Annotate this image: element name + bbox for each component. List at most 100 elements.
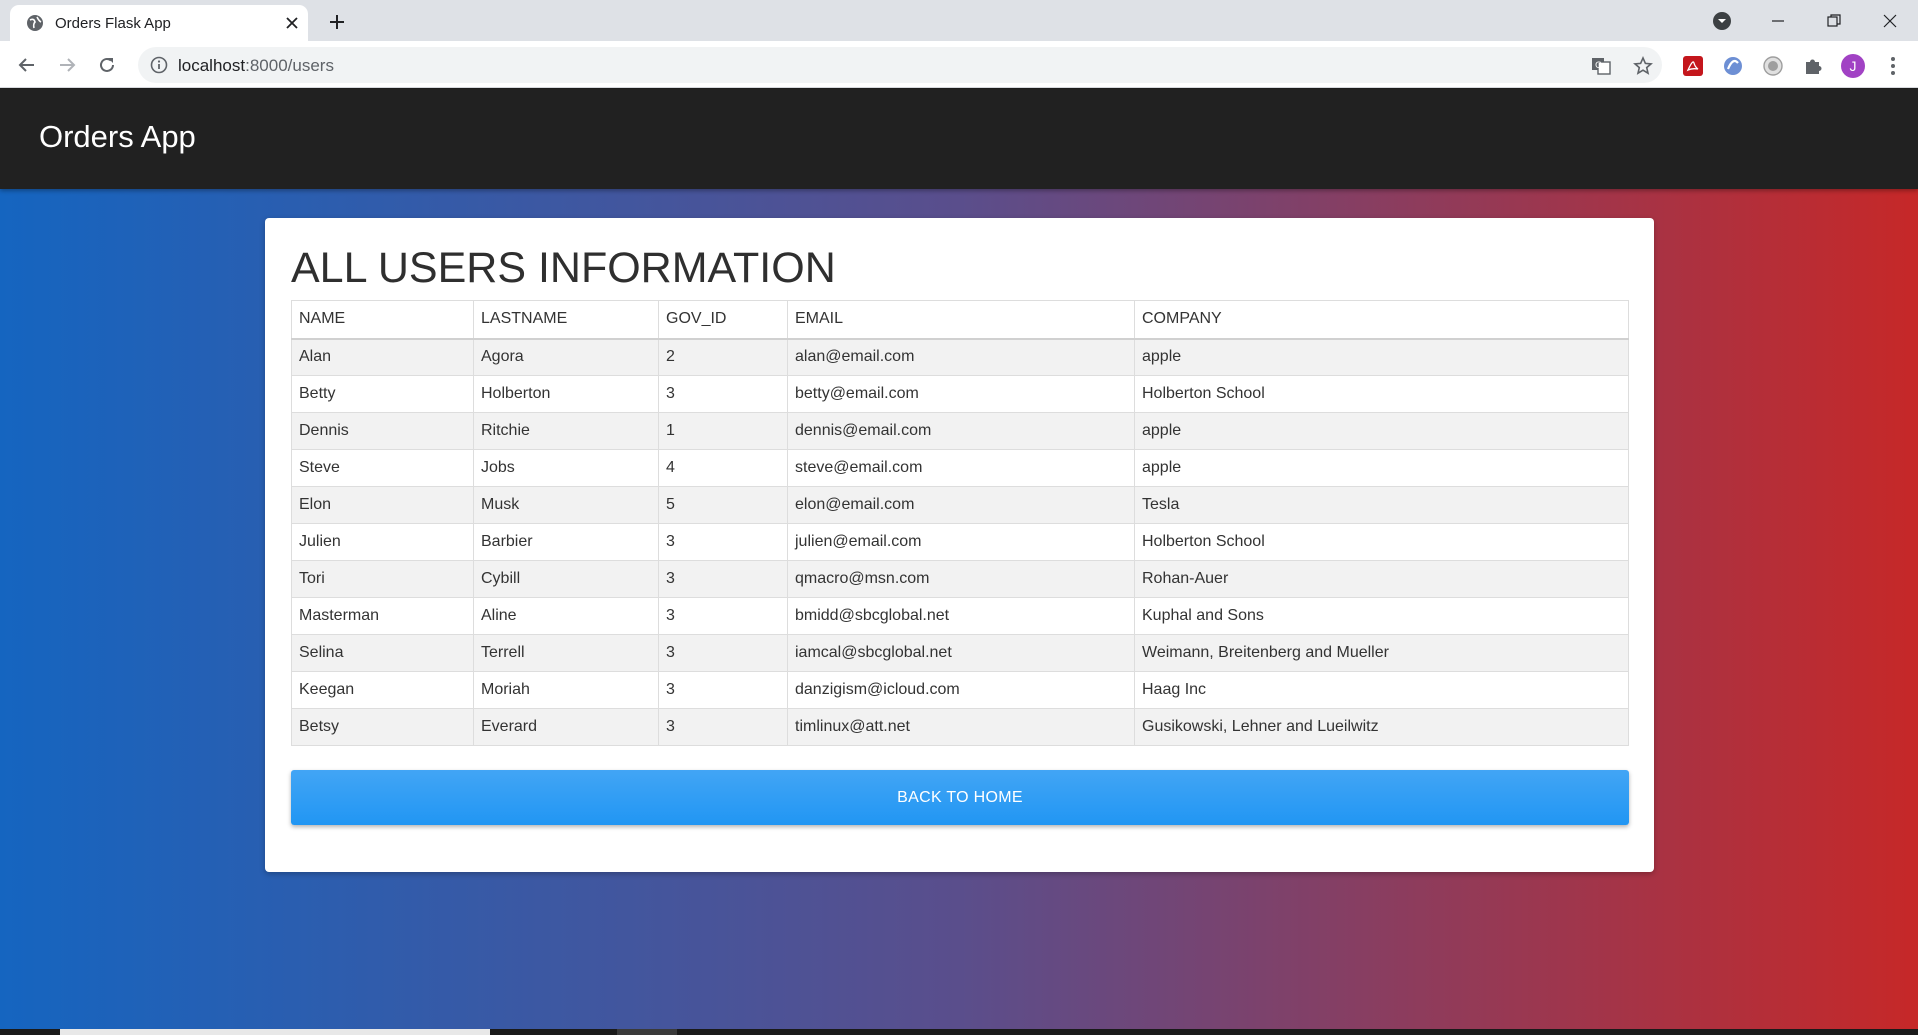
table-row: Elon Musk 5 elon@email.com Tesla <box>291 486 1629 524</box>
cell-company: apple <box>1134 412 1629 450</box>
column-header-company: COMPANY <box>1134 300 1629 340</box>
cell-gov-id: 3 <box>658 708 788 746</box>
cell-gov-id: 4 <box>658 449 788 487</box>
cell-lastname: Everard <box>473 708 659 746</box>
tab-title: Orders Flask App <box>55 15 171 32</box>
cell-company: Holberton School <box>1134 523 1629 561</box>
cell-gov-id: 2 <box>658 338 788 376</box>
cell-name: Keegan <box>291 671 474 709</box>
column-header-name: NAME <box>291 300 474 340</box>
profile-avatar[interactable]: J <box>1841 54 1865 78</box>
back-to-home-button[interactable]: BACK TO HOME <box>291 770 1629 825</box>
table-row: Dennis Ritchie 1 dennis@email.com apple <box>291 412 1629 450</box>
cell-email: steve@email.com <box>787 449 1135 487</box>
minimize-icon[interactable] <box>1761 6 1795 36</box>
browser-tab[interactable]: Orders Flask App <box>10 5 308 41</box>
app-brand[interactable]: Orders App <box>39 119 196 155</box>
table-row: Steve Jobs 4 steve@email.com apple <box>291 449 1629 487</box>
cell-company: apple <box>1134 338 1629 376</box>
page-title: ALL USERS INFORMATION <box>291 244 836 292</box>
url-text[interactable]: localhost:8000/users <box>178 56 334 76</box>
cell-name: Selina <box>291 634 474 672</box>
cell-gov-id: 3 <box>658 634 788 672</box>
cell-gov-id: 3 <box>658 671 788 709</box>
table-row: Betsy Everard 3 timlinux@att.net Gusikowski,… <box>291 708 1629 746</box>
svg-text:G: G <box>1595 61 1602 71</box>
table-row: Julien Barbier 3 julien@email.com Holberton … <box>291 523 1629 561</box>
cell-email: julien@email.com <box>787 523 1135 561</box>
taskbar-item[interactable] <box>617 1029 677 1035</box>
kebab-menu-icon[interactable] <box>1881 54 1905 78</box>
cell-company: Rohan-Auer <box>1134 560 1629 598</box>
cell-gov-id: 3 <box>658 375 788 413</box>
cell-lastname: Holberton <box>473 375 659 413</box>
swirl-extension-icon[interactable] <box>1721 54 1745 78</box>
cell-gov-id: 3 <box>658 523 788 561</box>
cell-email: qmacro@msn.com <box>787 560 1135 598</box>
column-header-email: EMAIL <box>787 300 1135 340</box>
cell-lastname: Agora <box>473 338 659 376</box>
cell-name: Tori <box>291 560 474 598</box>
cell-company: Weimann, Breitenberg and Mueller <box>1134 634 1629 672</box>
users-table: NAME LASTNAME GOV_ID EMAIL COMPANY Alan A… <box>291 300 1629 746</box>
users-card: ALL USERS INFORMATION NAME LASTNAME GOV_… <box>265 218 1654 872</box>
close-tab-icon[interactable] <box>282 13 302 33</box>
cell-gov-id: 3 <box>658 560 788 598</box>
cell-email: dennis@email.com <box>787 412 1135 450</box>
cell-lastname: Terrell <box>473 634 659 672</box>
cell-gov-id: 1 <box>658 412 788 450</box>
cell-name: Elon <box>291 486 474 524</box>
tab-search-icon[interactable] <box>1705 6 1739 36</box>
restore-icon[interactable] <box>1817 6 1851 36</box>
record-extension-icon[interactable] <box>1761 54 1785 78</box>
cell-company: Tesla <box>1134 486 1629 524</box>
cell-lastname: Aline <box>473 597 659 635</box>
cell-name: Alan <box>291 338 474 376</box>
url-path: :8000/users <box>245 56 334 75</box>
cell-lastname: Cybill <box>473 560 659 598</box>
table-row: Keegan Moriah 3 danzigism@icloud.com Haag In… <box>291 671 1629 709</box>
table-row: Betty Holberton 3 betty@email.com Holberton … <box>291 375 1629 413</box>
address-bar[interactable]: localhost:8000/users G <box>138 47 1662 83</box>
cell-gov-id: 5 <box>658 486 788 524</box>
column-header-lastname: LASTNAME <box>473 300 659 340</box>
cell-gov-id: 3 <box>658 597 788 635</box>
cell-email: bmidd@sbcglobal.net <box>787 597 1135 635</box>
cell-lastname: Jobs <box>473 449 659 487</box>
new-tab-icon[interactable] <box>325 10 349 34</box>
puzzle-extensions-icon[interactable] <box>1801 54 1825 78</box>
cell-name: Steve <box>291 449 474 487</box>
cell-lastname: Musk <box>473 486 659 524</box>
forward-arrow-icon[interactable] <box>53 51 81 79</box>
table-row: Tori Cybill 3 qmacro@msn.com Rohan-Auer <box>291 560 1629 598</box>
taskbar-active-window[interactable] <box>60 1029 490 1035</box>
pdf-extension-icon[interactable] <box>1681 54 1705 78</box>
cell-name: Betsy <box>291 708 474 746</box>
cell-lastname: Ritchie <box>473 412 659 450</box>
cell-company: Holberton School <box>1134 375 1629 413</box>
cell-email: elon@email.com <box>787 486 1135 524</box>
cell-company: Kuphal and Sons <box>1134 597 1629 635</box>
cell-company: Gusikowski, Lehner and Lueilwitz <box>1134 708 1629 746</box>
bookmark-star-icon[interactable] <box>1632 55 1654 77</box>
table-header-row: NAME LASTNAME GOV_ID EMAIL COMPANY <box>291 300 1629 340</box>
table-row: Masterman Aline 3 bmidd@sbcglobal.net Kuphal… <box>291 597 1629 635</box>
cell-company: apple <box>1134 449 1629 487</box>
app-navbar: Orders App <box>0 89 1918 189</box>
cell-email: betty@email.com <box>787 375 1135 413</box>
table-row: Alan Agora 2 alan@email.com apple <box>291 338 1629 376</box>
close-window-icon[interactable] <box>1873 6 1907 36</box>
table-row: Selina Terrell 3 iamcal@sbcglobal.net Weiman… <box>291 634 1629 672</box>
url-host: localhost <box>178 56 246 75</box>
cell-lastname: Moriah <box>473 671 659 709</box>
browser-toolbar: localhost:8000/users G J <box>0 41 1918 88</box>
table-body: Alan Agora 2 alan@email.com apple Betty Holbe… <box>291 338 1629 746</box>
cell-email: alan@email.com <box>787 338 1135 376</box>
translate-icon[interactable]: G <box>1590 55 1612 77</box>
globe-icon <box>26 14 44 32</box>
reload-icon[interactable] <box>93 51 121 79</box>
back-arrow-icon[interactable] <box>13 51 41 79</box>
info-icon[interactable] <box>150 56 168 74</box>
cell-name: Dennis <box>291 412 474 450</box>
cell-name: Betty <box>291 375 474 413</box>
